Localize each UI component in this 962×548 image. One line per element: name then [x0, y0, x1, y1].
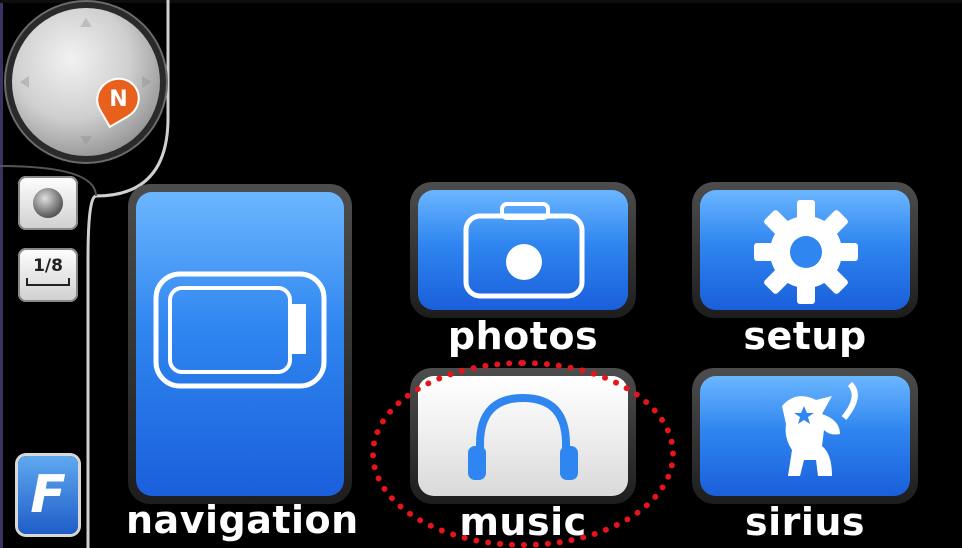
sirius-dog-icon	[782, 381, 858, 476]
sirius-tile[interactable]	[692, 368, 918, 504]
navigation-button[interactable]	[136, 192, 344, 496]
map-scale-label: 1/8	[33, 256, 63, 276]
pan-down-icon	[80, 136, 92, 145]
navigation-tile[interactable]	[128, 184, 352, 504]
setup-tile[interactable]	[692, 182, 918, 318]
pan-up-icon	[80, 18, 92, 27]
globe-icon	[33, 188, 63, 218]
pan-right-icon	[142, 76, 151, 88]
camera-icon	[463, 202, 585, 299]
brand-logo[interactable]: F	[18, 456, 78, 534]
selection-highlight-ring	[370, 360, 676, 548]
logo-letter: F	[30, 465, 66, 525]
north-indicator: N	[91, 72, 145, 126]
pan-left-icon	[20, 76, 29, 88]
north-label: N	[108, 86, 128, 112]
map-scale-button[interactable]: 1/8	[18, 248, 78, 302]
photos-tile[interactable]	[410, 182, 636, 318]
photos-button[interactable]	[418, 190, 628, 310]
setup-label: setup	[743, 314, 867, 358]
compass-button[interactable]: N	[12, 8, 160, 156]
sirius-button[interactable]	[700, 376, 910, 496]
scale-ruler-icon	[26, 278, 70, 286]
globe-button[interactable]	[18, 176, 78, 230]
setup-button[interactable]	[700, 190, 910, 310]
gps-device-icon	[153, 271, 327, 389]
sirius-label: sirius	[744, 500, 866, 544]
photos-label: photos	[447, 314, 599, 358]
navigation-label: navigation	[126, 498, 359, 542]
gear-icon	[754, 200, 858, 304]
